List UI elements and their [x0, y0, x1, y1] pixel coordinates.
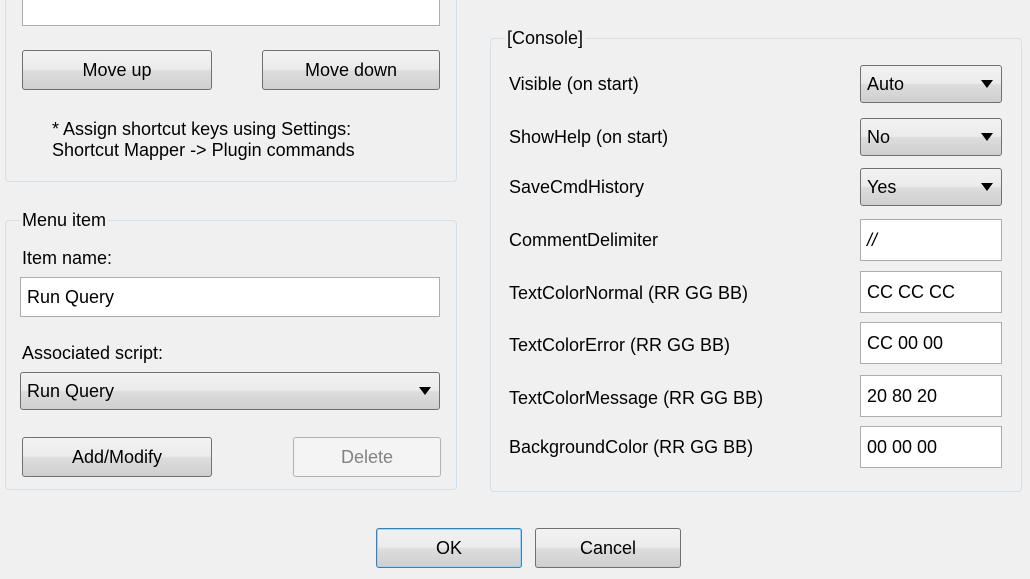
textcolorerror-label: TextColorError (RR GG BB): [509, 335, 731, 355]
ok-button[interactable]: OK: [376, 528, 522, 568]
menu-item-group-title: Menu item: [20, 210, 109, 230]
delete-button: Delete: [293, 437, 441, 477]
visible-on-start-label: Visible (on start): [509, 74, 639, 94]
associated-script-select[interactable]: Run Query: [20, 372, 440, 410]
commentdelimiter-input[interactable]: //: [860, 219, 1002, 261]
textcolormessage-label: TextColorMessage (RR GG BB): [509, 388, 764, 408]
backgroundcolor-input[interactable]: 00 00 00: [860, 426, 1002, 468]
associated-script-value: Run Query: [27, 380, 115, 401]
showhelp-on-start-value: No: [867, 126, 891, 147]
textcolormessage-input[interactable]: 20 80 20: [860, 375, 1002, 417]
savecmdhistory-value: Yes: [867, 176, 897, 197]
chevron-down-icon: [419, 387, 431, 395]
console-group: [490, 38, 1022, 492]
textcolornormal-input[interactable]: CC CC CC: [860, 271, 1002, 313]
chevron-down-icon: [981, 183, 993, 191]
cancel-button[interactable]: Cancel: [535, 528, 681, 568]
backgroundcolor-label: BackgroundColor (RR GG BB): [509, 437, 754, 457]
item-name-input[interactable]: Run Query: [20, 277, 440, 317]
visible-on-start-value: Auto: [867, 73, 905, 94]
textcolorerror-input[interactable]: CC 00 00: [860, 322, 1002, 364]
move-down-button[interactable]: Move down: [262, 50, 440, 90]
shortcut-hint-line1: * Assign shortcut keys using Settings:: [52, 119, 352, 139]
shortcut-hint-line2: Shortcut Mapper -> Plugin commands: [52, 140, 355, 160]
savecmdhistory-select[interactable]: Yes: [860, 168, 1002, 206]
textcolornormal-label: TextColorNormal (RR GG BB): [509, 283, 749, 303]
visible-on-start-select[interactable]: Auto: [860, 65, 1002, 103]
move-up-button[interactable]: Move up: [22, 50, 212, 90]
associated-script-label: Associated script:: [22, 343, 164, 363]
showhelp-on-start-select[interactable]: No: [860, 118, 1002, 156]
savecmdhistory-label: SaveCmdHistory: [509, 177, 645, 197]
showhelp-on-start-label: ShowHelp (on start): [509, 127, 669, 147]
chevron-down-icon: [981, 133, 993, 141]
item-name-label: Item name:: [22, 248, 113, 268]
console-group-title: [Console]: [505, 28, 586, 48]
commentdelimiter-label: CommentDelimiter: [509, 230, 659, 250]
add-modify-button[interactable]: Add/Modify: [22, 437, 212, 477]
chevron-down-icon: [981, 80, 993, 88]
